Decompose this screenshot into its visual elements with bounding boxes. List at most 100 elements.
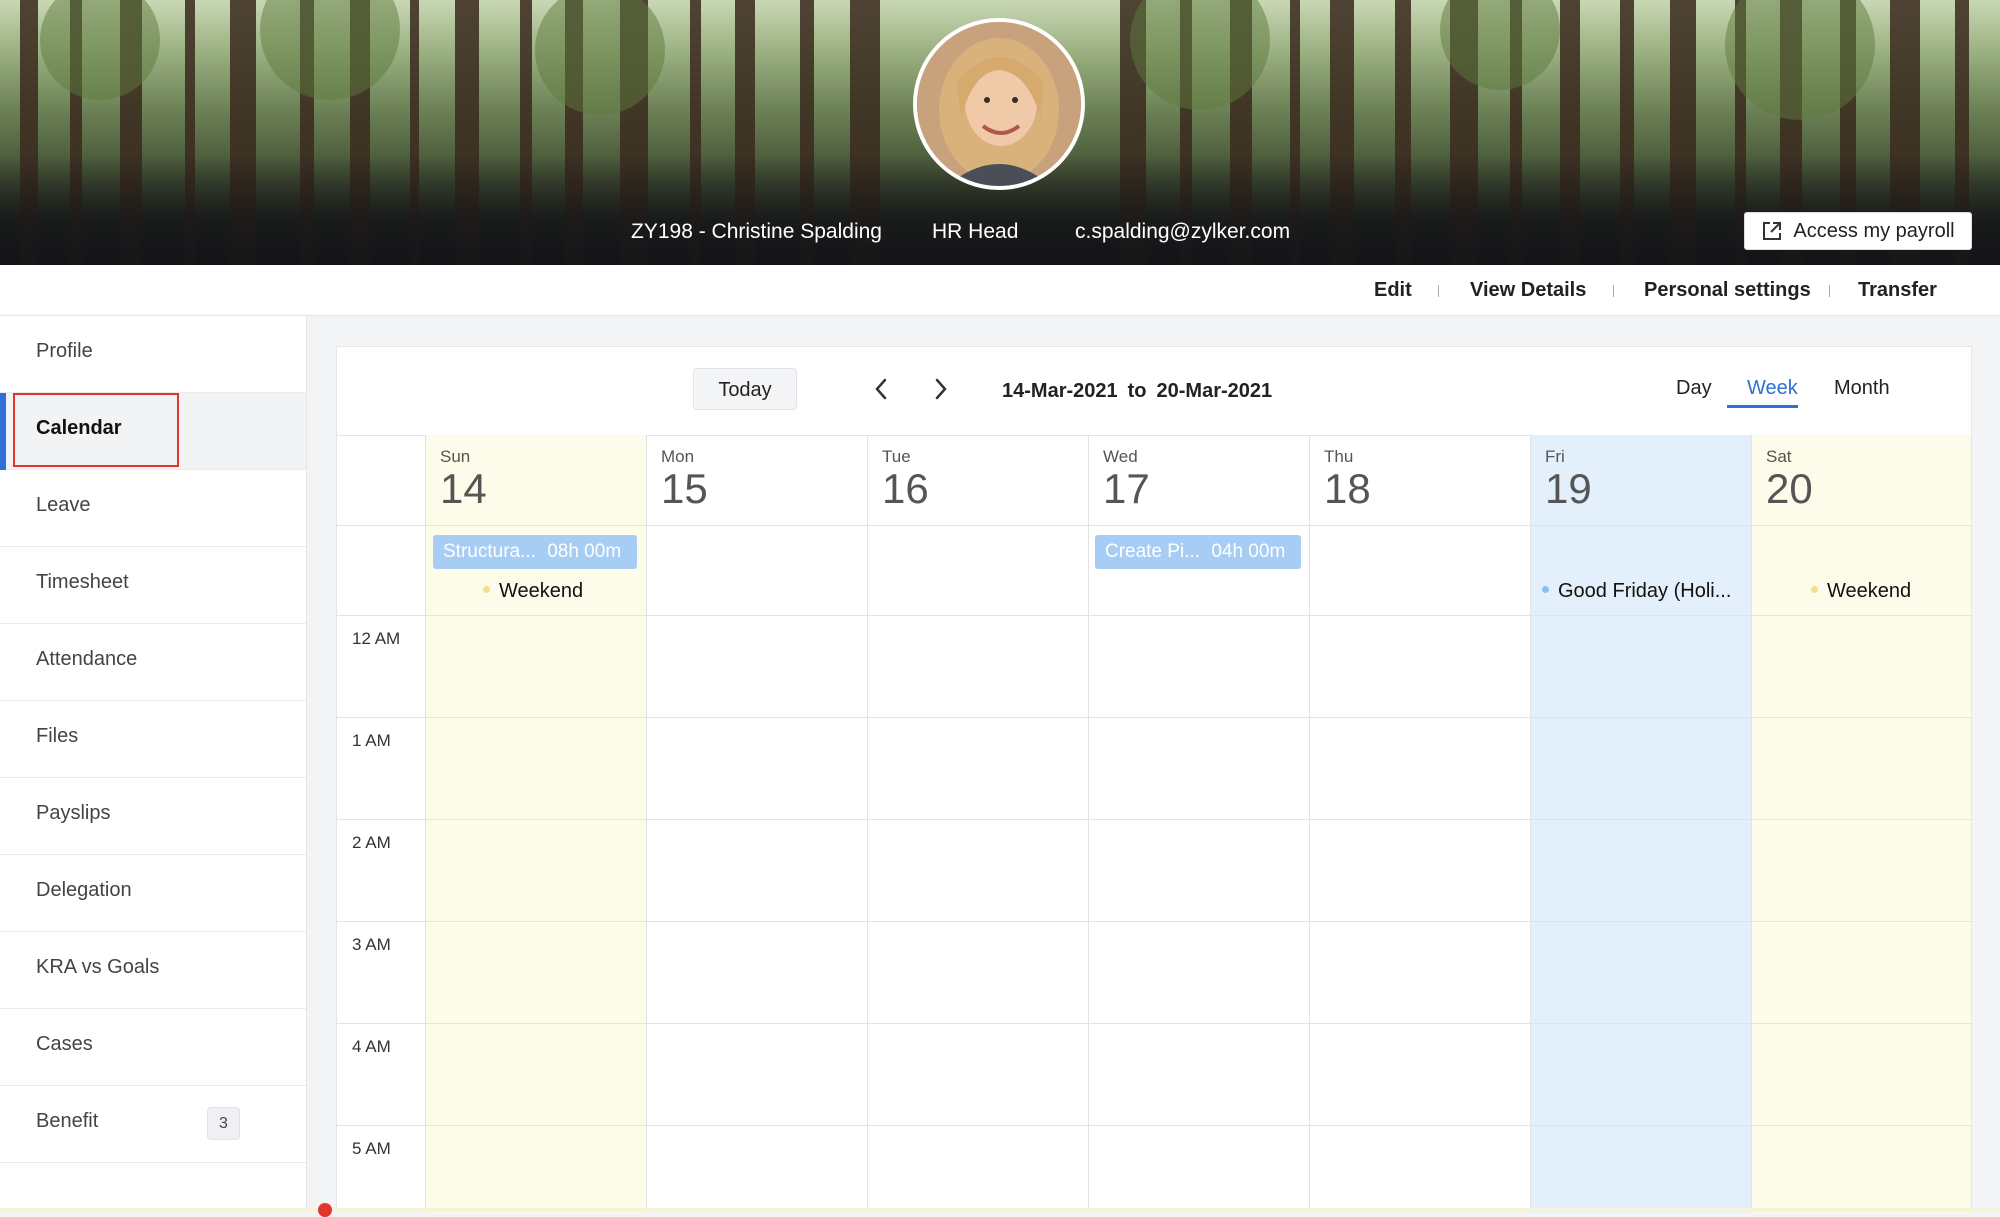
personal-settings-link[interactable]: Personal settings [1644,279,1811,302]
tag-label: Good Friday (Holi... [1558,580,1732,602]
day-abbr: Fri [1545,447,1565,466]
sidebar-item-kra-vs-goals[interactable]: KRA vs Goals [0,932,306,1009]
day-column-sat[interactable]: Sat 20 [1751,435,1971,1213]
grid-line [337,615,1971,616]
sidebar-item-calendar[interactable]: Calendar [0,393,306,470]
view-details-link[interactable]: View Details [1470,279,1586,302]
event-duration: 04h 00m [1211,541,1286,562]
event-chip[interactable]: Create Pi... 04h 00m [1095,535,1301,569]
tag-label: Weekend [1827,580,1912,602]
hour-label: 4 AM [352,1037,391,1056]
grid-line [337,717,1971,718]
sidebar-item-label: Cases [36,1033,93,1055]
bottom-strip [0,1208,2000,1212]
hour-label: 5 AM [352,1139,391,1158]
divider [1613,285,1614,297]
chevron-right-icon[interactable] [929,374,953,404]
edit-link[interactable]: Edit [1374,279,1412,302]
access-payroll-label: Access my payroll [1793,219,1955,242]
day-number: 20 [1766,465,1813,512]
day-abbr: Wed [1103,447,1138,466]
access-payroll-button[interactable]: Access my payroll [1744,212,1972,250]
today-button[interactable]: Today [693,368,797,410]
chevron-left-icon[interactable] [869,374,893,404]
range-start: 14-Mar-2021 [1002,380,1118,402]
week-grid: Sun 14 Mon 15 Tue 16 Wed 17 Thu 18 Fri 1… [337,435,1971,1213]
transfer-link[interactable]: Transfer [1858,279,1937,302]
employee-email[interactable]: c.spalding@zylker.com [1075,220,1290,244]
employee-id-name: ZY198 - Christine Spalding [631,220,882,243]
event-title: Create Pi... [1105,541,1201,562]
hour-label: 12 AM [352,629,401,648]
day-abbr: Sun [440,447,471,466]
day-number: 17 [1103,465,1150,512]
profile-action-bar: Edit View Details Personal settings Tran… [0,265,2000,316]
active-view-underline [1727,405,1798,408]
sidebar-item-profile[interactable]: Profile [0,316,306,393]
hour-label: 1 AM [352,731,391,750]
sidebar-item-label: Attendance [36,648,138,670]
hour-label: 2 AM [352,833,391,852]
sidebar-item-label: Payslips [36,802,111,824]
weekend-dot-icon [483,586,490,594]
sidebar-item-delegation[interactable]: Delegation [0,855,306,932]
sidebar-item-attendance[interactable]: Attendance [0,624,306,701]
sidebar-item-label: Profile [36,340,93,362]
day-abbr: Tue [882,447,911,466]
weekend-dot-icon [1811,586,1818,594]
event-title: Structura... [443,541,536,562]
grid-line [337,525,1971,526]
employee-role: HR Head [932,220,1019,243]
grid-line [337,1023,1971,1024]
range-end: 20-Mar-2021 [1156,380,1273,402]
profile-banner: ZY198 - Christine Spalding HR Head c.spa… [0,0,2000,265]
sidebar-item-cases[interactable]: Cases [0,1009,306,1086]
sidebar-item-leave[interactable]: Leave [0,470,306,547]
sidebar-item-files[interactable]: Files [0,701,306,778]
grid-line [337,1125,1971,1126]
external-link-icon [1763,222,1782,240]
calendar-panel: Today 14-Mar-2021 to 20-Mar-2021 Day Week … [336,346,1972,1213]
sidebar: Profile Calendar Leave Timesheet Attenda… [0,316,307,1212]
notification-dot-icon[interactable] [318,1203,332,1217]
event-duration: 08h 00m [547,541,622,562]
day-column-mon[interactable]: Mon 15 [646,435,867,1213]
avatar-photo [917,22,1081,186]
sidebar-item-payslips[interactable]: Payslips [0,778,306,855]
day-column-tue[interactable]: Tue 16 [867,435,1088,1213]
sidebar-item-label: Calendar [36,417,122,439]
weekend-tag: Weekend [483,580,583,603]
sidebar-item-label: Timesheet [36,571,129,593]
day-column-thu[interactable]: Thu 18 [1309,435,1530,1213]
holiday-dot-icon [1542,586,1549,594]
day-abbr: Sat [1766,447,1792,466]
day-number: 15 [661,465,708,512]
sidebar-item-label: KRA vs Goals [36,956,160,978]
day-abbr: Thu [1324,447,1354,466]
avatar[interactable] [913,18,1085,190]
event-chip[interactable]: Structura... 08h 00m [433,535,637,569]
active-indicator [0,393,6,470]
holiday-tag[interactable]: Good Friday (Holi... [1542,580,1731,603]
hour-label: 3 AM [352,935,391,954]
sidebar-item-benefit[interactable]: Benefit 3 [0,1086,306,1163]
sidebar-item-label: Delegation [36,879,132,901]
day-number: 14 [440,465,487,512]
sidebar-item-label: Leave [36,494,91,516]
sidebar-item-timesheet[interactable]: Timesheet [0,547,306,624]
range-to-word: to [1127,380,1147,402]
divider [1829,285,1830,297]
view-month-tab[interactable]: Month [1834,377,1890,400]
grid-line [337,921,1971,922]
day-number: 16 [882,465,929,512]
divider [1438,285,1439,297]
view-day-tab[interactable]: Day [1676,377,1712,400]
day-number: 19 [1545,465,1592,512]
weekend-tag: Weekend [1811,580,1911,603]
sidebar-item-label: Files [36,725,79,747]
view-week-tab[interactable]: Week [1747,377,1798,400]
benefit-count-badge: 3 [207,1107,240,1140]
grid-line [337,819,1971,820]
sidebar-item-label: Benefit [36,1110,99,1132]
day-column-fri[interactable]: Fri 19 [1530,435,1751,1213]
